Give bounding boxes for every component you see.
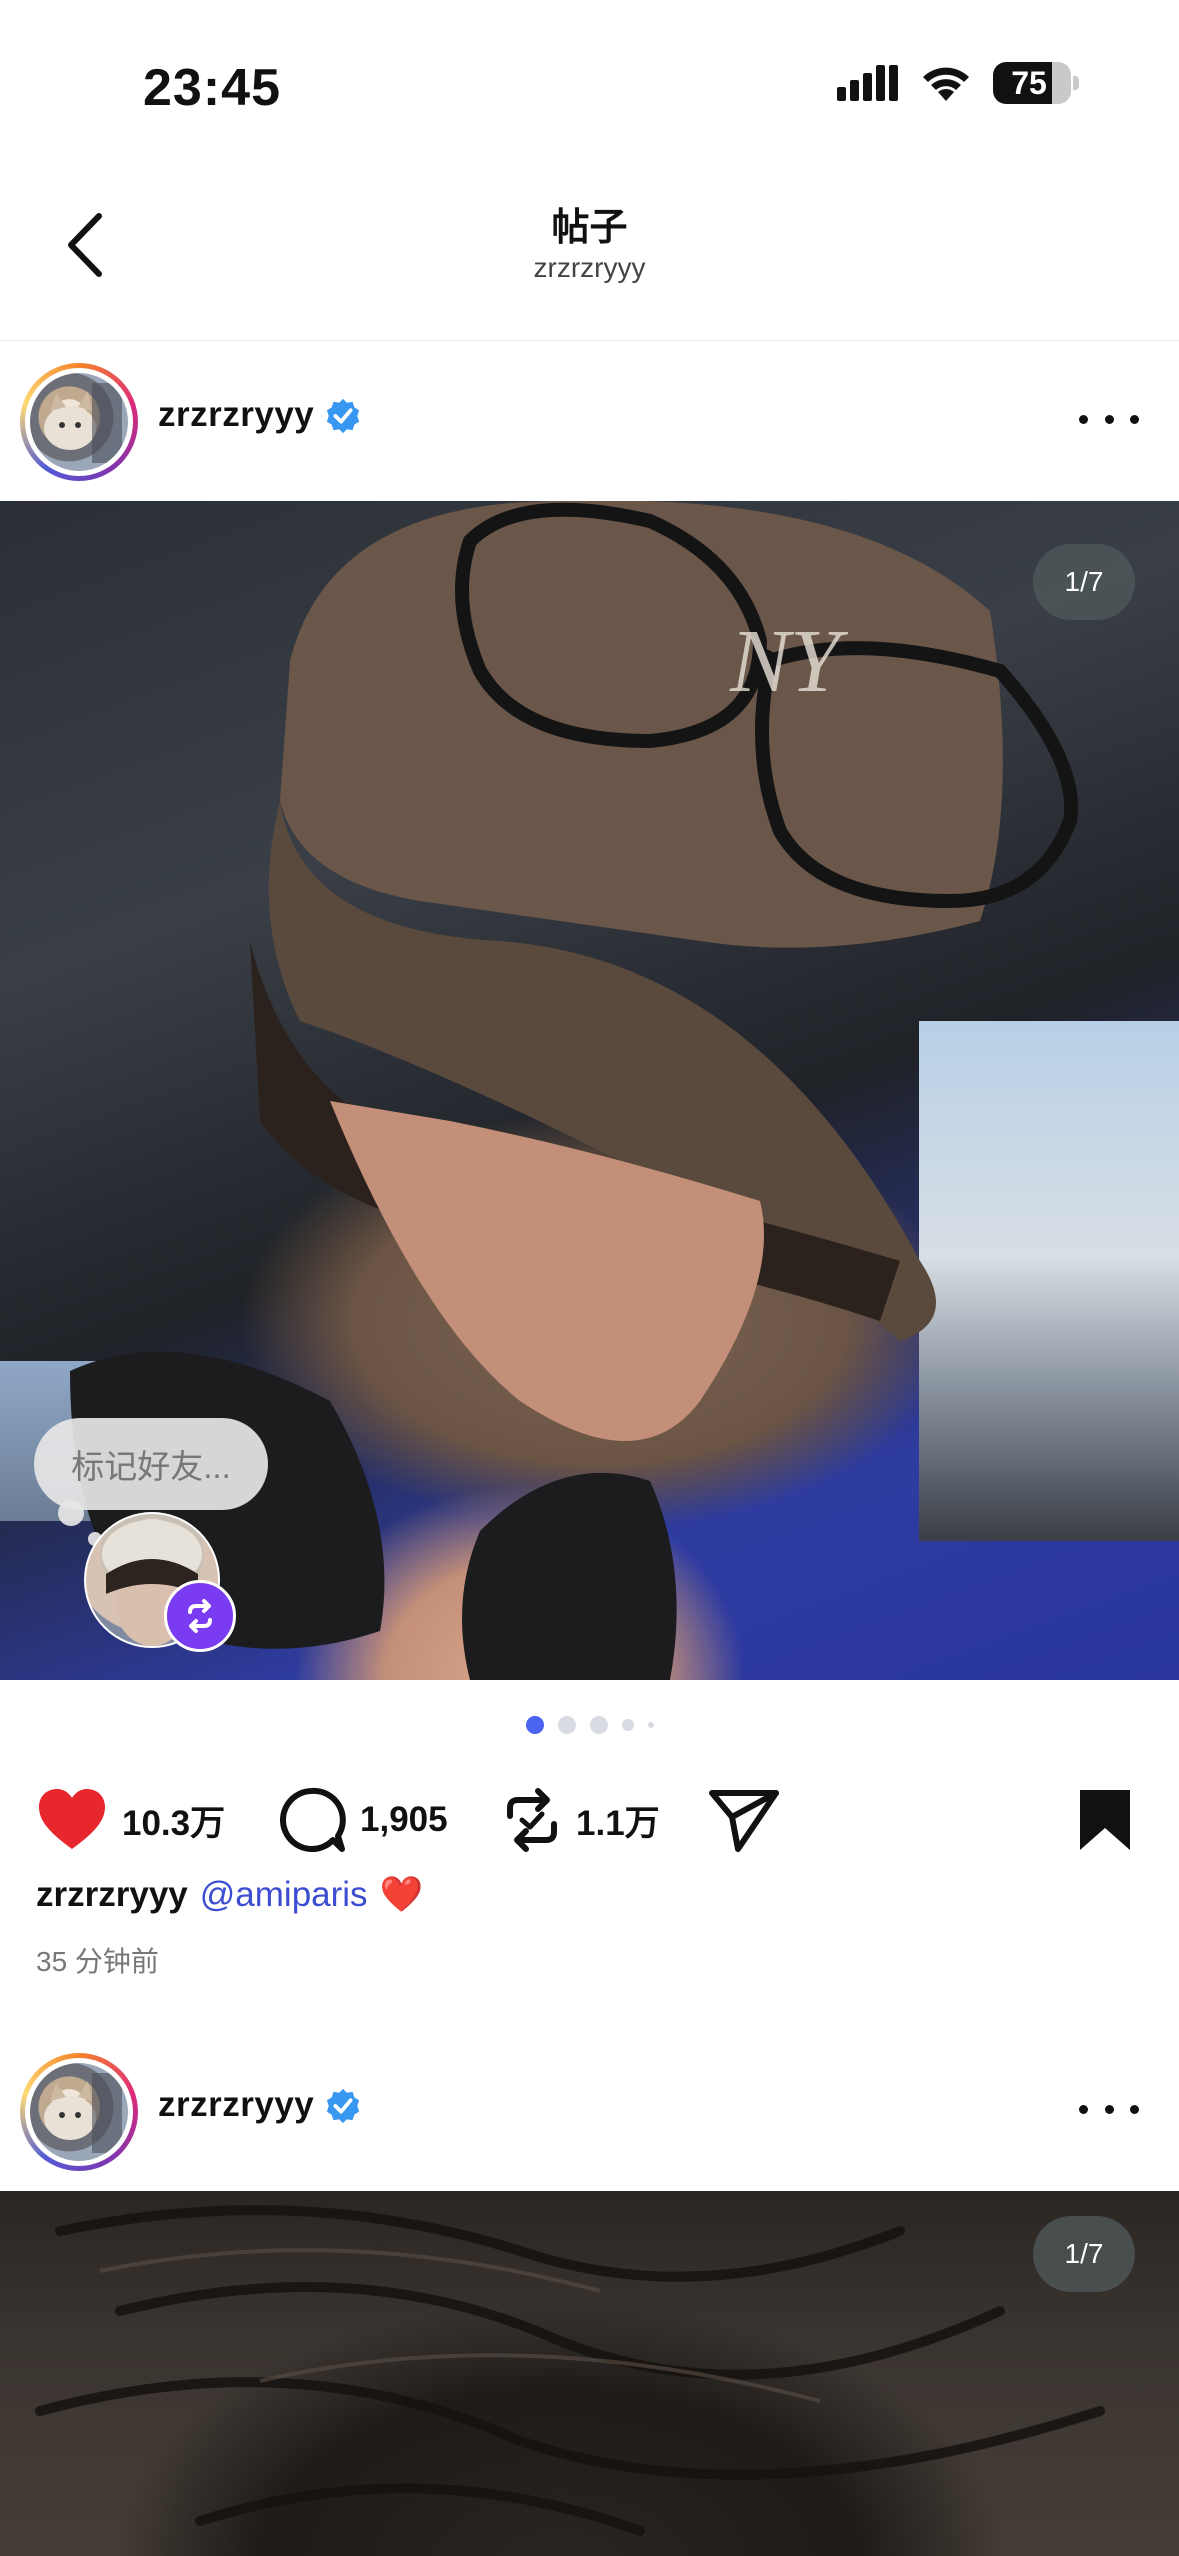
caption-mention[interactable]: @amiparis [200,1875,368,1914]
battery-nub [1073,76,1079,90]
status-time: 23:45 [143,59,281,117]
post-photo[interactable]: 1/7 [0,2191,1179,2556]
tag-friend-prompt[interactable]: 标记好友... [34,1418,268,1510]
comment-button[interactable]: 1,905 [278,1770,448,1870]
repost-check-icon [507,1788,557,1852]
bookmark-button[interactable] [1076,1770,1134,1870]
comment-count: 1,905 [360,1800,448,1839]
avatar[interactable] [20,2053,138,2171]
more-dot-icon [1079,2104,1088,2114]
cellular-signal-icon [837,65,898,101]
battery-indicator: 75 [993,62,1071,104]
status-bar: 23:45 75 [0,0,1179,170]
heart-filled-icon [39,1789,105,1849]
avatar-image [30,373,128,471]
caption-username[interactable]: zrzrzryyy [36,1875,188,1914]
avatar[interactable] [20,363,138,481]
carousel-dot [589,1716,608,1734]
share-button[interactable] [708,1770,780,1870]
send-paper-plane-icon [709,1790,779,1852]
top-nav: 帖子 zrzrzryyy [0,170,1179,341]
wifi-icon [923,67,969,101]
bookmark-filled-icon [1080,1790,1130,1850]
carousel-dot [557,1716,576,1734]
comment-bubble-icon [280,1787,346,1852]
carousel-dot [621,1719,634,1731]
post-caption: zrzrzryyy @amiparis ❤️ [36,1874,423,1915]
repost-button[interactable]: 1.1万 [502,1770,660,1870]
post-timestamp: 35 分钟前 [36,1946,159,1977]
battery-level: 75 [1011,65,1047,101]
more-dot-icon [1079,414,1088,424]
repost-icon [188,1599,212,1633]
post-username[interactable]: zrzrzryyy [158,2085,314,2125]
avatar-image [30,2063,128,2161]
bubble-tail [58,1500,84,1526]
carousel-indicator [0,1716,1179,1734]
carousel-dot [647,1722,654,1728]
more-dot-icon [1130,2104,1139,2114]
page-subtitle: zrzrzryyy [533,252,646,283]
post-header: zrzrzryyy [0,341,1179,501]
status-icons: 75 [837,62,1079,104]
more-dot-icon [1104,2104,1114,2114]
more-dot-icon [1130,414,1139,424]
repost-badge [164,1580,236,1652]
like-count: 10.3万 [122,1803,226,1843]
more-options-button[interactable] [1079,399,1139,439]
post-username[interactable]: zrzrzryyy [158,395,314,435]
verified-badge-icon [326,2088,360,2124]
post-actions: 10.3万 1,905 1.1万 [0,1770,1179,1870]
more-options-button[interactable] [1079,2089,1139,2129]
photo-page-indicator: 1/7 [1033,544,1135,620]
repost-count: 1.1万 [576,1803,660,1843]
page-title: 帖子 [551,207,628,249]
photo-page-indicator: 1/7 [1033,2216,1135,2292]
post-header: zrzrzryyy [0,2031,1179,2191]
svg-text:NY: NY [729,612,849,711]
caption-emoji: ❤️ [379,1875,424,1914]
verified-badge-icon [326,398,360,434]
photo-illustration [35,2205,1105,2536]
carousel-dot [525,1716,544,1734]
like-button[interactable]: 10.3万 [36,1770,225,1870]
more-dot-icon [1104,414,1114,424]
